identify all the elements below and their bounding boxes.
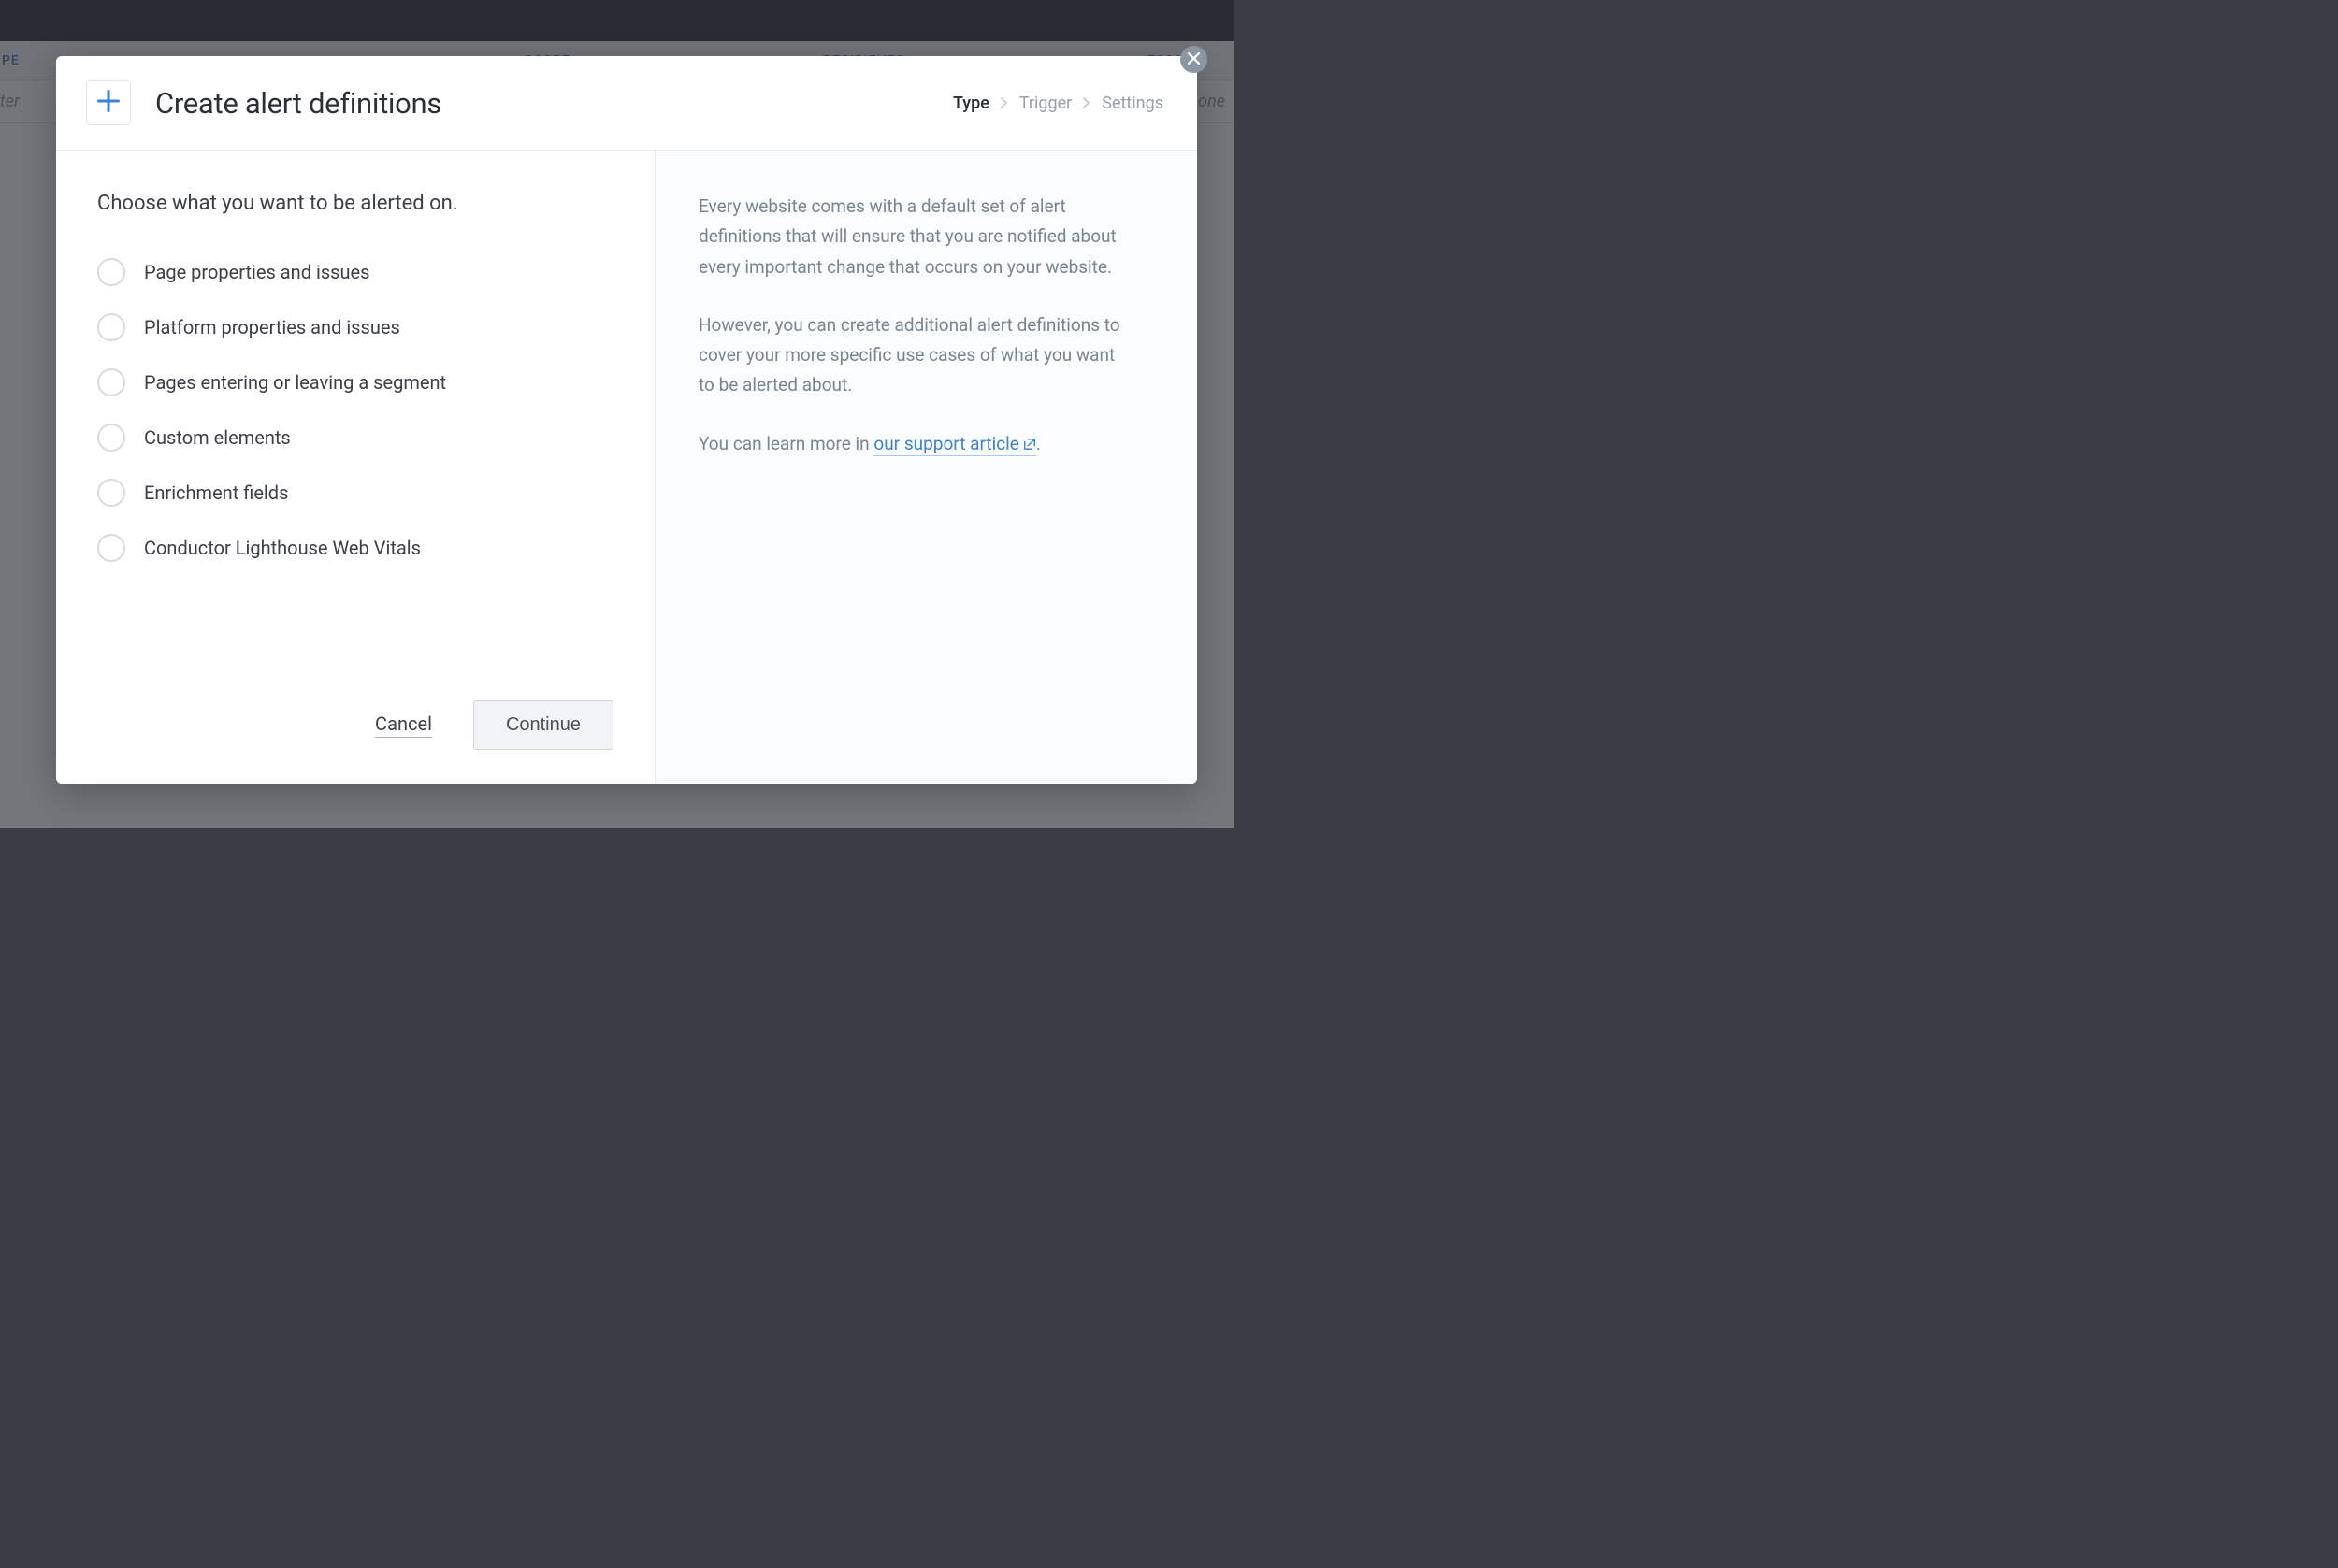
continue-button[interactable]: Continue — [473, 700, 613, 750]
radio-icon — [97, 479, 125, 507]
radio-icon — [97, 534, 125, 562]
radio-icon — [97, 368, 125, 396]
option-platform-properties[interactable]: Platform properties and issues — [97, 313, 613, 341]
close-button[interactable] — [1180, 46, 1207, 73]
modal-body: Choose what you want to be alerted on. P… — [56, 151, 1197, 784]
option-enrichment-fields[interactable]: Enrichment fields — [97, 479, 613, 507]
option-custom-elements[interactable]: Custom elements — [97, 424, 613, 452]
plus-icon-box — [86, 80, 131, 125]
option-lighthouse-web-vitals[interactable]: Conductor Lighthouse Web Vitals — [97, 534, 613, 562]
create-alert-modal: Create alert definitions Type Trigger Se… — [56, 56, 1197, 784]
right-pane: Every website comes with a default set o… — [655, 151, 1197, 784]
option-label: Pages entering or leaving a segment — [144, 371, 446, 394]
breadcrumb-step-trigger[interactable]: Trigger — [1019, 94, 1072, 113]
modal-title: Create alert definitions — [155, 86, 441, 121]
chevron-right-icon — [1001, 97, 1008, 108]
option-pages-segment[interactable]: Pages entering or leaving a segment — [97, 368, 613, 396]
prompt-text: Choose what you want to be alerted on. — [97, 192, 613, 215]
support-link-text: our support article — [873, 433, 1018, 454]
option-label: Page properties and issues — [144, 261, 369, 283]
option-label: Platform properties and issues — [144, 316, 400, 338]
description-paragraph-3: You can learn more in our support articl… — [699, 429, 1130, 460]
description-paragraph-2: However, you can create additional alert… — [699, 310, 1130, 401]
breadcrumb-step-type[interactable]: Type — [953, 94, 989, 113]
radio-icon — [97, 313, 125, 341]
external-link-icon — [1023, 430, 1036, 460]
option-label: Custom elements — [144, 426, 291, 449]
cancel-button[interactable]: Cancel — [375, 712, 432, 738]
option-label: Conductor Lighthouse Web Vitals — [144, 537, 421, 559]
support-article-link[interactable]: our support article — [873, 433, 1035, 456]
modal-header: Create alert definitions Type Trigger Se… — [56, 56, 1197, 151]
radio-icon — [97, 424, 125, 452]
description-paragraph-1: Every website comes with a default set o… — [699, 192, 1130, 282]
description-p3-prefix: You can learn more in — [699, 433, 873, 454]
options-list: Page properties and issues Platform prop… — [97, 258, 613, 562]
plus-icon — [95, 88, 122, 118]
option-page-properties[interactable]: Page properties and issues — [97, 258, 613, 286]
description-p3-suffix: . — [1036, 433, 1041, 454]
close-icon — [1188, 50, 1200, 68]
left-pane: Choose what you want to be alerted on. P… — [56, 151, 655, 784]
radio-icon — [97, 258, 125, 286]
chevron-right-icon — [1083, 97, 1090, 108]
option-label: Enrichment fields — [144, 482, 288, 504]
breadcrumb-step-settings[interactable]: Settings — [1102, 94, 1163, 113]
breadcrumb: Type Trigger Settings — [953, 94, 1163, 113]
actions-row: Cancel Continue — [97, 663, 613, 750]
